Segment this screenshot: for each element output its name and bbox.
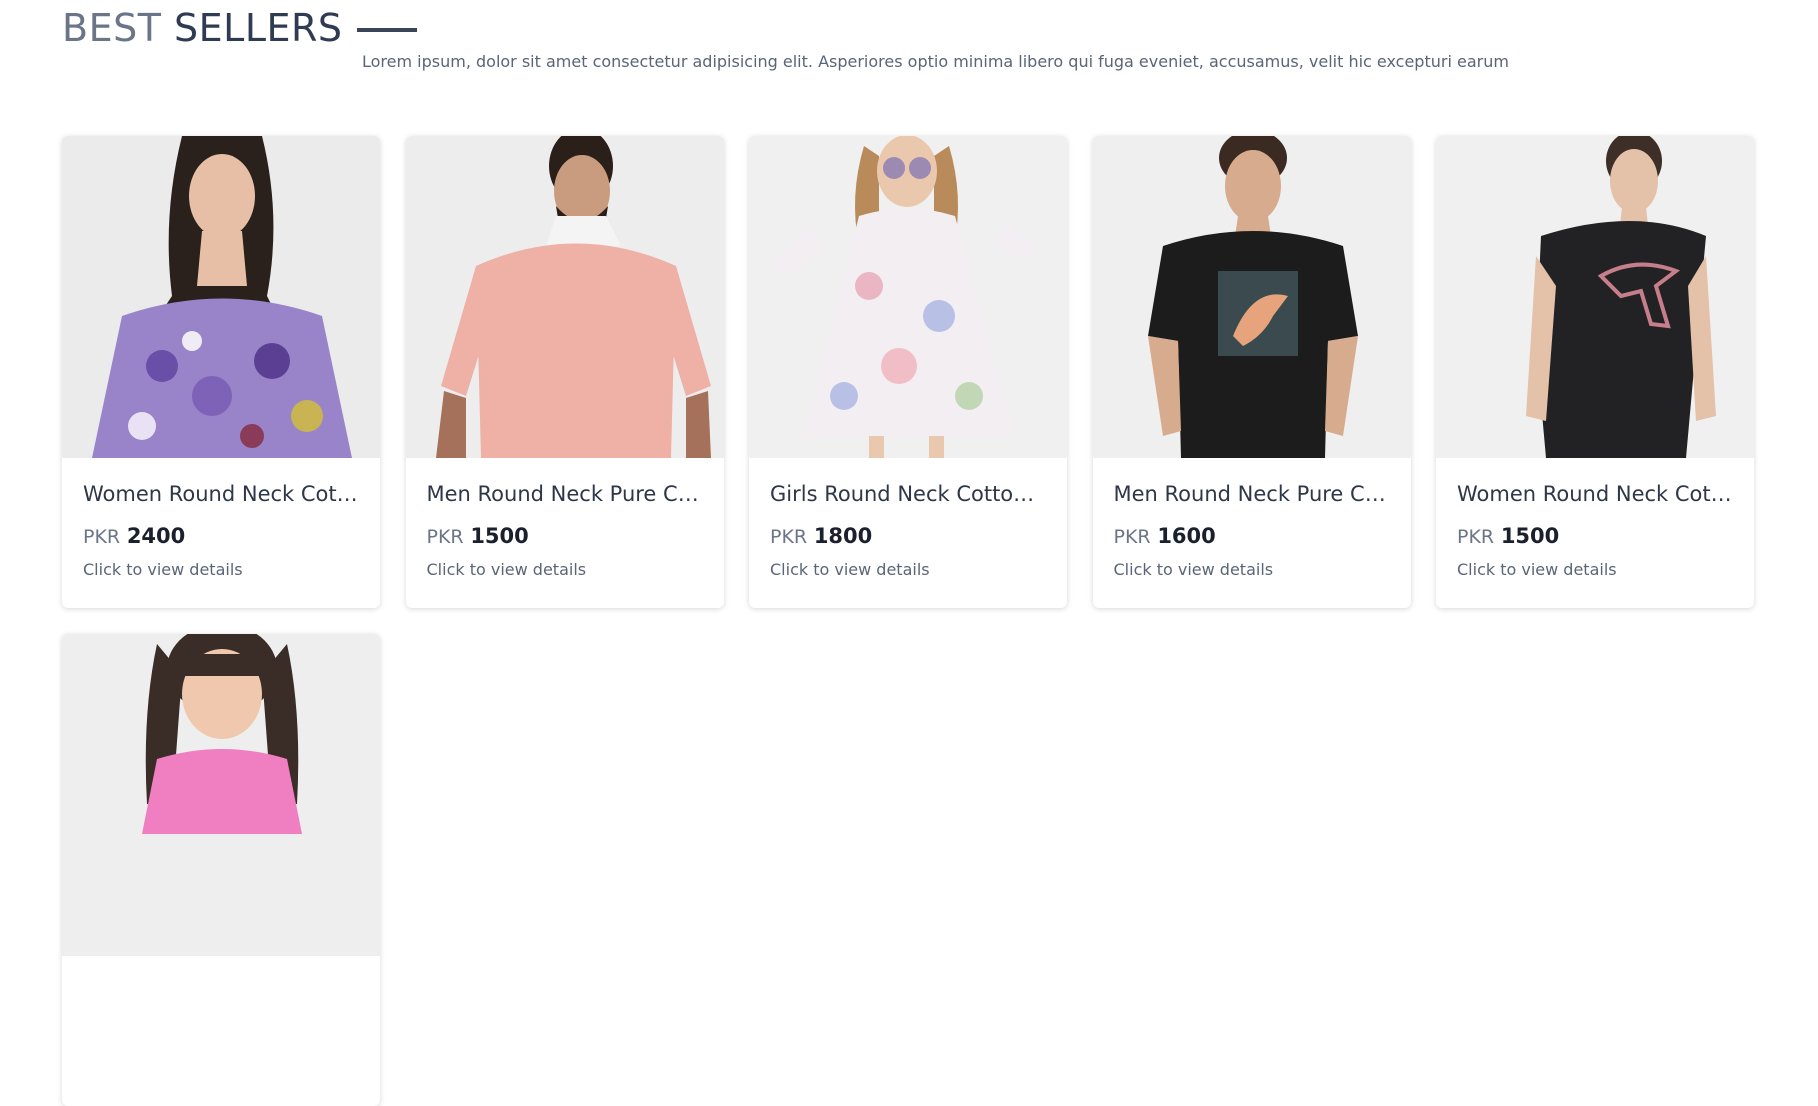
section-title-part1: BEST xyxy=(62,6,162,50)
price-amount: 1800 xyxy=(813,524,873,548)
product-details: Men Round Neck Pure Co... PKR 1500 Click… xyxy=(406,458,724,579)
product-details: Women Round Neck Cott... PKR 1500 Click … xyxy=(1436,458,1754,579)
product-details: Girls Round Neck Cotton T... PKR 1800 Cl… xyxy=(749,458,1067,579)
product-name[interactable]: Women Round Neck Cott... xyxy=(1457,482,1734,506)
product-card[interactable]: Girls Round Neck Cotton T... PKR 1800 Cl… xyxy=(749,136,1067,608)
product-details xyxy=(62,956,380,980)
view-details-link[interactable]: Click to view details xyxy=(83,560,360,579)
product-price: PKR 1600 xyxy=(1114,524,1391,548)
section-header: BEST SELLERS Lorem ipsum, dolor sit amet… xyxy=(62,6,1762,71)
product-card[interactable]: Women Round Neck Cott... PKR 1500 Click … xyxy=(1436,136,1754,608)
product-image[interactable] xyxy=(1092,136,1411,458)
product-price: PKR 1500 xyxy=(427,524,704,548)
price-currency: PKR xyxy=(770,526,808,548)
product-image[interactable] xyxy=(1436,136,1754,458)
section-subtitle: Lorem ipsum, dolor sit amet consectetur … xyxy=(362,52,1509,71)
view-details-link[interactable]: Click to view details xyxy=(1114,560,1391,579)
product-card[interactable]: Men Round Neck Pure Co... PKR 1600 Click… xyxy=(1092,136,1411,608)
view-details-link[interactable]: Click to view details xyxy=(770,560,1047,579)
price-amount: 2400 xyxy=(126,524,186,548)
product-price: PKR 2400 xyxy=(83,524,360,548)
price-currency: PKR xyxy=(1457,526,1495,548)
price-currency: PKR xyxy=(426,526,464,548)
product-price: PKR 1500 xyxy=(1457,524,1734,548)
product-details: Women Round Neck Cott... PKR 2400 Click … xyxy=(62,458,380,579)
section-title-part2: SELLERS xyxy=(174,6,343,50)
product-name[interactable]: Men Round Neck Pure Co... xyxy=(1114,482,1391,506)
title-underline xyxy=(356,28,417,32)
product-name[interactable]: Girls Round Neck Cotton T... xyxy=(770,482,1047,506)
price-amount: 1600 xyxy=(1157,524,1216,548)
product-image[interactable] xyxy=(62,136,380,458)
product-image[interactable] xyxy=(749,136,1067,458)
price-currency: PKR xyxy=(83,526,121,548)
product-details: Men Round Neck Pure Co... PKR 1600 Click… xyxy=(1093,458,1411,579)
product-name[interactable]: Women Round Neck Cott... xyxy=(83,482,360,506)
product-card[interactable] xyxy=(62,634,380,1106)
view-details-link[interactable]: Click to view details xyxy=(1457,560,1734,579)
product-name[interactable]: Men Round Neck Pure Co... xyxy=(427,482,704,506)
product-card[interactable]: Men Round Neck Pure Co... PKR 1500 Click… xyxy=(405,136,724,608)
product-image[interactable] xyxy=(405,136,724,458)
product-grid: Women Round Neck Cott... PKR 2400 Click … xyxy=(62,136,1756,1106)
price-currency: PKR xyxy=(1113,526,1151,548)
section-title: BEST SELLERS xyxy=(62,6,343,50)
price-amount: 1500 xyxy=(470,524,529,548)
product-card[interactable]: Women Round Neck Cott... PKR 2400 Click … xyxy=(62,136,380,608)
view-details-link[interactable]: Click to view details xyxy=(427,560,704,579)
product-image[interactable] xyxy=(62,634,380,956)
price-amount: 1500 xyxy=(1500,524,1560,548)
title-row: BEST SELLERS xyxy=(62,6,1762,50)
product-price: PKR 1800 xyxy=(770,524,1047,548)
